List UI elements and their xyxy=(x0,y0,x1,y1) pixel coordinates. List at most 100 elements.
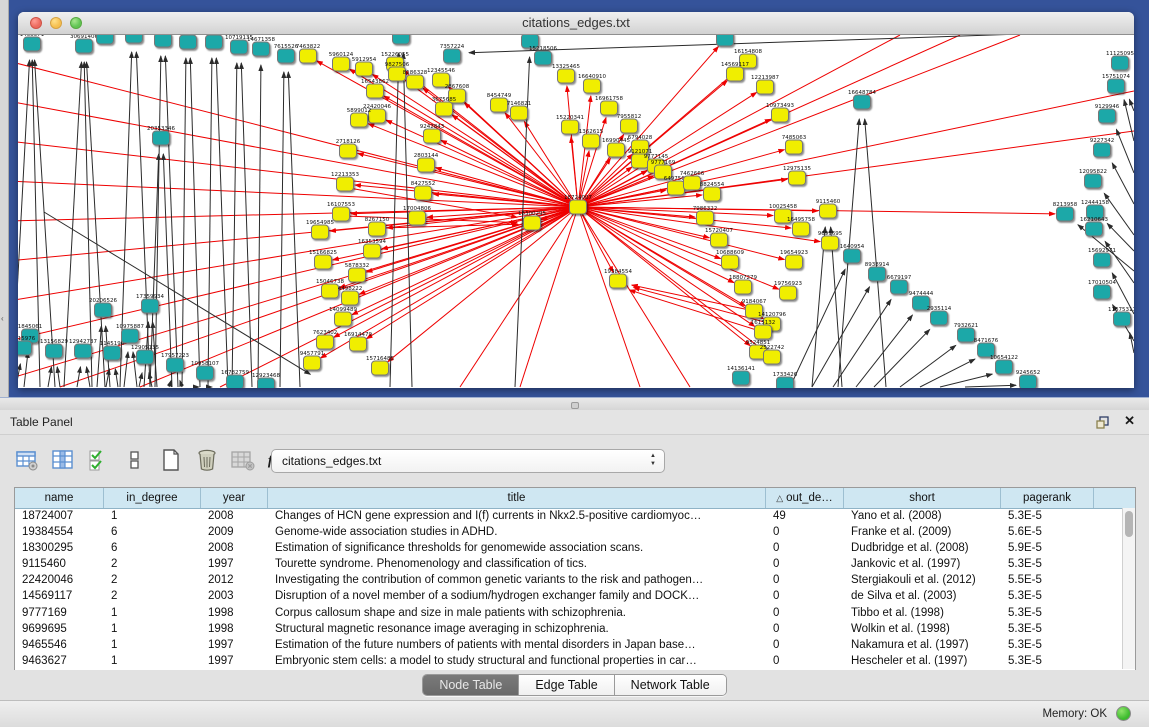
graph-node[interactable] xyxy=(844,249,861,263)
graph-node[interactable] xyxy=(524,216,541,230)
table-cell[interactable]: 1998 xyxy=(201,622,268,638)
graph-node[interactable] xyxy=(558,69,575,83)
graph-edge[interactable] xyxy=(280,72,284,387)
graph-node[interactable] xyxy=(786,140,803,154)
table-cell[interactable]: 1997 xyxy=(201,638,268,654)
table-cell[interactable]: 0 xyxy=(766,606,844,622)
network-canvas[interactable]: 1405571306914061840557221912444106552871… xyxy=(18,35,1134,388)
graph-node[interactable] xyxy=(444,49,461,63)
graph-node[interactable] xyxy=(372,361,389,375)
graph-edge[interactable] xyxy=(1116,129,1134,173)
graph-edge[interactable] xyxy=(578,185,682,207)
graph-edge[interactable] xyxy=(940,374,992,387)
graph-node[interactable] xyxy=(610,274,627,288)
graph-edge[interactable] xyxy=(24,352,28,387)
memory-status-indicator[interactable] xyxy=(1116,706,1131,721)
graph-node[interactable] xyxy=(684,176,701,190)
graph-edge[interactable] xyxy=(18,207,578,301)
table-cell[interactable]: 2 xyxy=(104,573,201,589)
graph-edge[interactable] xyxy=(831,227,842,387)
graph-node[interactable] xyxy=(996,360,1013,374)
table-cell[interactable]: 5.6E-5 xyxy=(1001,525,1094,541)
table-cell[interactable]: Wolkin et al. (1998) xyxy=(844,622,1001,638)
scrollbar-thumb[interactable] xyxy=(1125,511,1133,537)
table-cell[interactable]: 5.3E-5 xyxy=(1001,606,1094,622)
graph-node[interactable] xyxy=(24,37,41,51)
table-cell[interactable]: 0 xyxy=(766,525,844,541)
table-cell[interactable]: Investigating the contribution of common… xyxy=(268,573,766,589)
table-cell[interactable]: 22420046 xyxy=(15,573,104,589)
graph-node[interactable] xyxy=(793,222,810,236)
graph-node[interactable] xyxy=(18,341,32,355)
graph-node[interactable] xyxy=(253,42,270,56)
graph-node[interactable] xyxy=(335,312,352,326)
graph-node[interactable] xyxy=(764,350,781,364)
graph-node[interactable] xyxy=(153,131,170,145)
table-row[interactable]: 1456911722003Disruption of a novel membe… xyxy=(15,589,1135,605)
table-cell[interactable]: Embryonic stem cells: a model to study s… xyxy=(268,654,766,670)
splitter-grip[interactable] xyxy=(571,402,579,409)
graph-node[interactable] xyxy=(393,35,410,44)
table-cell[interactable]: 9777169 xyxy=(15,606,104,622)
table-cell[interactable]: 18724007 xyxy=(15,509,104,525)
graph-node[interactable] xyxy=(409,211,426,225)
table-cell[interactable]: 9463627 xyxy=(15,654,104,670)
table-cell[interactable]: 2012 xyxy=(201,573,268,589)
graph-node[interactable] xyxy=(570,200,587,214)
graph-node[interactable] xyxy=(608,143,625,157)
graph-node[interactable] xyxy=(777,377,794,388)
graph-edge[interactable] xyxy=(1130,333,1134,353)
graph-node[interactable] xyxy=(350,337,367,351)
graph-edge[interactable] xyxy=(258,65,261,387)
graph-node[interactable] xyxy=(340,144,357,158)
graph-node[interactable] xyxy=(46,344,63,358)
table-cell[interactable]: 5.5E-5 xyxy=(1001,573,1094,589)
graph-node[interactable] xyxy=(733,371,750,385)
graph-edge[interactable] xyxy=(182,58,186,387)
graph-node[interactable] xyxy=(1094,285,1111,299)
graph-edge[interactable] xyxy=(18,181,578,207)
graph-node[interactable] xyxy=(337,177,354,191)
graph-node[interactable] xyxy=(722,255,739,269)
graph-node[interactable] xyxy=(104,346,121,360)
graph-node[interactable] xyxy=(772,108,789,122)
graph-node[interactable] xyxy=(227,375,244,388)
graph-node[interactable] xyxy=(869,267,886,281)
table-cell[interactable]: 5.3E-5 xyxy=(1001,557,1094,573)
graph-edge[interactable] xyxy=(190,58,200,387)
graph-node[interactable] xyxy=(755,325,772,339)
table-cell[interactable]: Corpus callosum shape and size in male p… xyxy=(268,606,766,622)
graph-node[interactable] xyxy=(727,67,744,81)
table-cell[interactable]: 0 xyxy=(766,589,844,605)
table-cell[interactable]: Estimation of the future numbers of pati… xyxy=(268,638,766,654)
graph-node[interactable] xyxy=(418,158,435,172)
graph-node[interactable] xyxy=(364,244,381,258)
graph-edge[interactable] xyxy=(77,367,80,387)
table-cell[interactable]: 14569117 xyxy=(15,589,104,605)
graph-node[interactable] xyxy=(1020,375,1037,388)
table-cell[interactable]: Yano et al. (2008) xyxy=(844,509,1001,525)
table-cell[interactable]: Changes of HCN gene expression and I(f) … xyxy=(268,509,766,525)
graph-edge[interactable] xyxy=(452,115,578,207)
table-cell[interactable]: Estimation of significance thresholds fo… xyxy=(268,541,766,557)
graph-edge[interactable] xyxy=(1129,99,1134,111)
table-cell[interactable]: Tibbo et al. (1998) xyxy=(844,606,1001,622)
graph-node[interactable] xyxy=(757,80,774,94)
column-header-short[interactable]: short xyxy=(844,488,1001,508)
graph-node[interactable] xyxy=(583,134,600,148)
column-header-in_degree[interactable]: in_degree xyxy=(104,488,201,508)
graph-node[interactable] xyxy=(342,291,359,305)
graph-node[interactable] xyxy=(356,62,373,76)
graph-node[interactable] xyxy=(126,35,143,43)
table-row[interactable]: 977716911998Corpus callosum shape and si… xyxy=(15,606,1135,622)
graph-node[interactable] xyxy=(278,49,295,63)
graph-edge[interactable] xyxy=(520,207,578,387)
graph-edge[interactable] xyxy=(865,119,886,387)
graph-edge[interactable] xyxy=(57,367,60,387)
row-stack-button[interactable] xyxy=(122,447,148,473)
vertical-scrollbar[interactable] xyxy=(1122,508,1135,669)
tab-edge-table[interactable]: Edge Table xyxy=(519,675,614,695)
table-cell[interactable]: Tourette syndrome. Phenomenology and cla… xyxy=(268,557,766,573)
graph-node[interactable] xyxy=(601,101,618,115)
graph-node[interactable] xyxy=(167,358,184,372)
